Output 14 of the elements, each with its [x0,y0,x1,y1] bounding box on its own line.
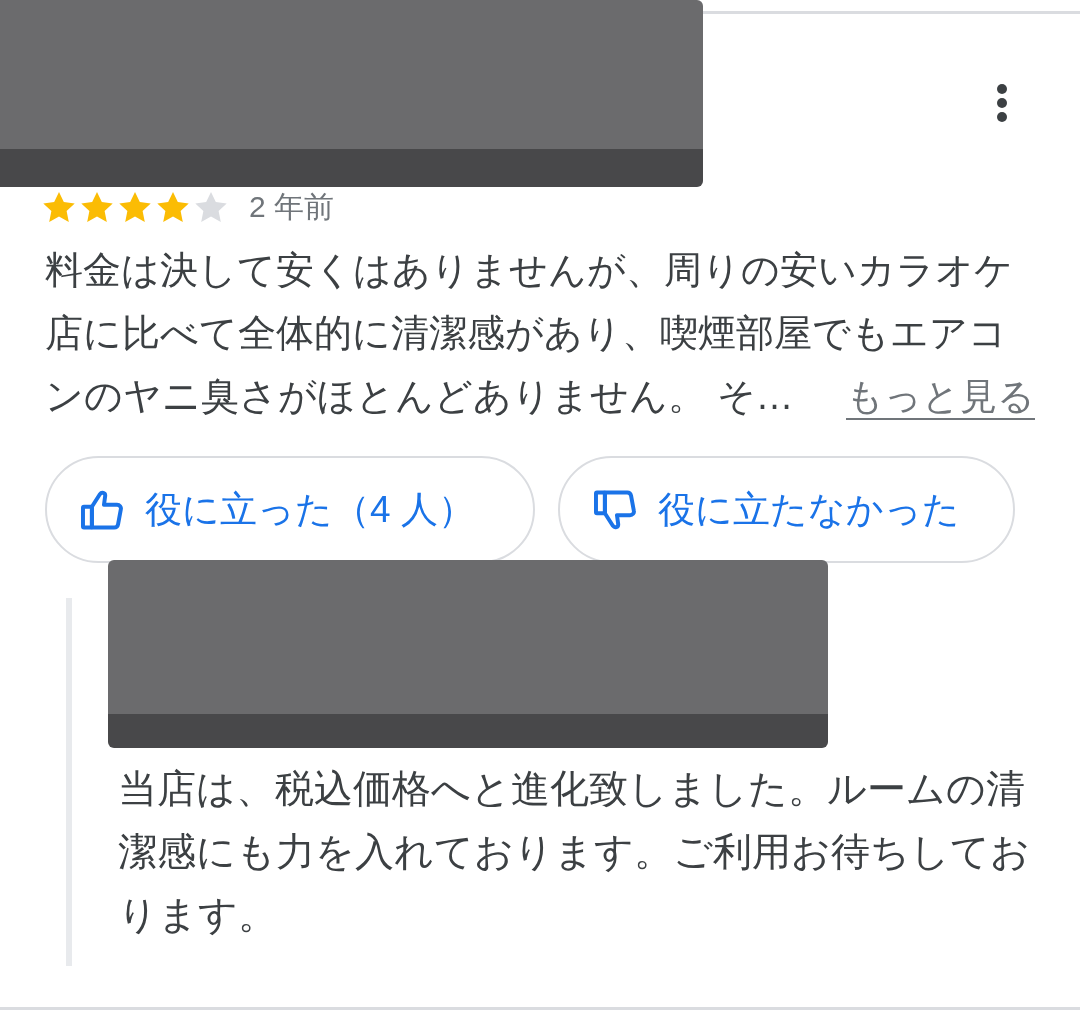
not-helpful-button[interactable]: 役に立たなかった [558,456,1015,563]
review-time: 2 年前 [249,192,335,222]
filled-star-icon [157,192,189,222]
filled-star-icon [119,192,151,222]
helpful-button[interactable]: 役に立った（4 人） [45,456,535,563]
thumbs-up-icon [81,488,123,531]
filled-star-icon [81,192,113,222]
review-text: 料金は決して安くはありませんが、周りの安いカラオケ店に比べて全体的に清潔感があり、喫煙部屋でもエアコンのヤニ臭さがほとんどありません。 そ… もっと見る [45,239,1035,428]
filled-star-icon [43,192,75,222]
thumbs-down-icon [594,488,636,531]
more-link[interactable]: もっと見る [846,365,1035,428]
empty-star-icon [195,192,227,222]
owner-reply-text: 当店は、税込価格へと進化致しました。ルームの清潔感にも力を入れております。ご利用お待ちしております。 [118,766,1031,938]
more-options-icon[interactable] [996,83,1008,123]
